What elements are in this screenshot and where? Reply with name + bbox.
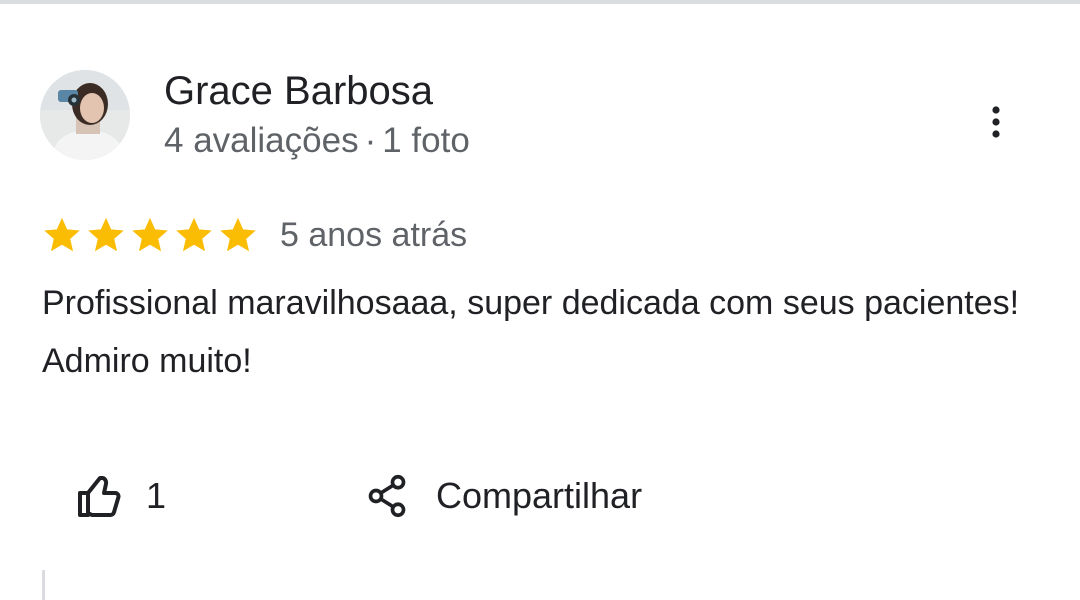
- star-icon: [176, 217, 212, 252]
- star-rating: [40, 214, 260, 256]
- reviews-count: 4 avaliações: [164, 121, 359, 160]
- rating-row: 5 anos atrás: [40, 212, 467, 258]
- review-text: Profissional maravilhosaaa, super dedica…: [42, 284, 1020, 380]
- avatar[interactable]: [40, 70, 130, 160]
- meta-separator: ·: [364, 121, 377, 160]
- star-icon: [88, 217, 124, 252]
- author-meta: 4 avaliações · 1 foto: [164, 120, 470, 162]
- share-button[interactable]: Compartilhar: [366, 470, 642, 522]
- photos-count: 1 foto: [382, 121, 470, 160]
- review-time: 5 anos atrás: [280, 216, 468, 254]
- star-icon: [220, 217, 256, 252]
- star-icon: [132, 217, 168, 252]
- thumbs-up-icon: [78, 476, 121, 517]
- share-icon: [368, 474, 406, 518]
- author-name[interactable]: Grace Barbosa: [164, 68, 433, 114]
- like-count: 1: [146, 475, 167, 516]
- more-vert-icon: [992, 106, 1000, 138]
- more-options-button[interactable]: [976, 96, 1016, 148]
- like-button[interactable]: 1: [76, 470, 166, 522]
- star-icon: [44, 217, 80, 252]
- share-label: Compartilhar: [436, 475, 643, 516]
- top-divider: [0, 0, 1080, 4]
- divider: [42, 570, 45, 600]
